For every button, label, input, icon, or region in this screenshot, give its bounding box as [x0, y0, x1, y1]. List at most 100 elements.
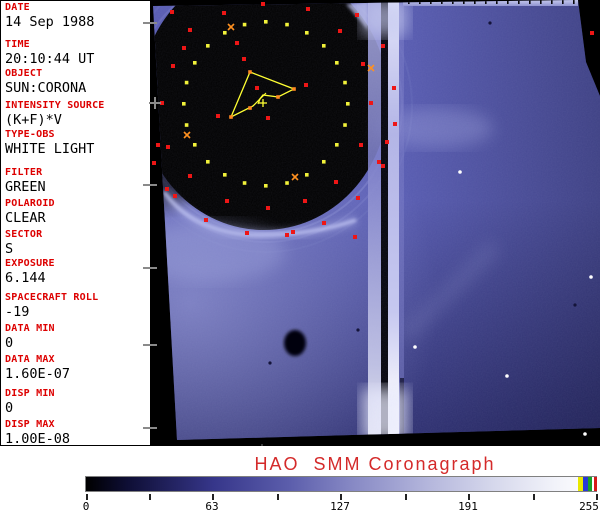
red-fiducial-dot [171, 64, 175, 68]
field-label: FILTER [5, 167, 43, 178]
red-fiducial-dot [188, 174, 192, 178]
fiducial-tick [143, 427, 157, 429]
red-fiducial-dot [225, 199, 229, 203]
red-fiducial-dot [182, 46, 186, 50]
colorbar-tick-label: 255 [579, 500, 599, 512]
red-fiducial-dot [261, 2, 265, 6]
yellow-fiducial-dot [206, 44, 210, 48]
yellow-fiducial-dot [264, 20, 268, 24]
red-fiducial-dot [393, 122, 397, 126]
field-label: DATE [5, 2, 30, 13]
fiducial-tick [143, 344, 157, 346]
metadata-field: FILTER GREEN [5, 167, 46, 195]
yellow-fiducial-dot [285, 181, 289, 185]
metadata-field: TIME 20:10:44 UT [5, 39, 94, 67]
coronagraph-viewer-window: DATE 14 Sep 1988 TIME 20:10:44 UT OBJECT SUN:… [0, 0, 600, 512]
field-label: DATA MIN [5, 323, 55, 334]
metadata-field: DISP MAX 1.00E-08 [5, 419, 70, 447]
metadata-field: DATA MAX 1.60E-07 [5, 354, 70, 382]
red-fiducial-dot [334, 180, 338, 184]
field-value: -19 [5, 304, 30, 320]
metadata-field: POLAROID CLEAR [5, 198, 55, 226]
image-title: HAO SMM Coronagraph [254, 454, 496, 474]
red-fiducial-dot [188, 28, 192, 32]
red-fiducial-dot [156, 143, 160, 147]
metadata-panel: DATE 14 Sep 1988 TIME 20:10:44 UT OBJECT SUN:… [0, 0, 150, 447]
red-fiducial-dot [392, 86, 396, 90]
red-fiducial-dot [303, 199, 307, 203]
red-fiducial-dot [173, 194, 177, 198]
yellow-fiducial-dot [184, 123, 189, 127]
pointer-vertex-dot [248, 70, 252, 74]
field-value: SUN:CORONA [5, 80, 87, 96]
red-fiducial-dot [377, 160, 381, 164]
dark-speck [488, 21, 492, 25]
star-point [589, 275, 593, 279]
field-label: DATA MAX [5, 354, 55, 365]
field-label: SECTOR [5, 229, 43, 240]
coronagraph-image [150, 0, 600, 446]
yellow-fiducial-dot [305, 173, 309, 177]
metadata-field: INTENSITY SOURCE (K+F)*V [5, 100, 105, 128]
red-fiducial-dot [361, 62, 365, 66]
red-fiducial-dot [166, 145, 170, 149]
yellow-fiducial-dot [192, 143, 197, 147]
red-fiducial-dot [266, 116, 270, 120]
red-fiducial-dot [590, 31, 594, 35]
colorbar-tick-label: 0 [82, 500, 90, 512]
field-label: EXPOSURE [5, 258, 55, 269]
pointer-vertex-dot [229, 115, 233, 119]
yellow-fiducial-dot [223, 173, 227, 177]
pointer-vertex-dot [248, 106, 252, 110]
metadata-field: EXPOSURE 6.144 [5, 258, 55, 286]
yellow-fiducial-dot [184, 80, 189, 85]
field-value: GREEN [5, 179, 46, 195]
red-fiducial-dot [165, 187, 169, 191]
field-value: 0 [5, 335, 14, 351]
colorbar-tick-label: 63 [205, 500, 219, 512]
field-value: (K+F)*V [5, 112, 62, 128]
yellow-fiducial-dot [305, 30, 309, 35]
metadata-field: DISP MIN 0 [5, 388, 55, 416]
red-fiducial-dot [170, 10, 174, 14]
pointer-vertex-dot [276, 95, 280, 99]
red-fiducial-dot [222, 11, 226, 15]
field-label: INTENSITY SOURCE [5, 100, 105, 111]
yellow-fiducial-dot [335, 61, 339, 65]
colorbar-tick-label: 191 [458, 500, 478, 512]
colorbar [85, 476, 597, 492]
yellow-fiducial-dot [321, 44, 326, 48]
field-value: 6.144 [5, 270, 46, 286]
field-value: 1.60E-07 [5, 366, 71, 382]
red-fiducial-dot [369, 101, 373, 105]
metadata-field: SPACECRAFT ROLL -19 [5, 292, 98, 320]
dark-speck [573, 303, 577, 307]
yellow-fiducial-dot [343, 123, 347, 127]
yellow-fiducial-dot [223, 30, 227, 35]
red-fiducial-dot [152, 161, 156, 165]
star-point [583, 432, 587, 436]
red-fiducial-dot [291, 230, 295, 234]
red-fiducial-dot [255, 86, 259, 90]
red-fiducial-dot [359, 143, 363, 147]
yellow-fiducial-dot [285, 22, 289, 27]
field-label: SPACECRAFT ROLL [5, 292, 99, 303]
field-label: POLAROID [5, 198, 55, 209]
yellow-fiducial-dot [242, 22, 247, 27]
field-label: TYPE-OBS [5, 129, 55, 140]
red-fiducial-dot [306, 7, 310, 11]
fiducial-tick [154, 97, 156, 109]
colorbar-tick [277, 494, 279, 500]
yellow-fiducial-dot [206, 159, 210, 164]
yellow-fiducial-dot [346, 102, 350, 106]
metadata-field: DATA MIN 0 [5, 323, 55, 351]
yellow-fiducial-dot [192, 61, 197, 65]
red-fiducial-dot [338, 29, 342, 33]
fiducial-tick [143, 267, 157, 269]
field-value: WHITE LIGHT [5, 141, 95, 157]
colorbar-tick-label: 127 [330, 500, 350, 512]
field-value: 20:10:44 UT [5, 51, 95, 67]
field-value: 14 Sep 1988 [5, 14, 95, 30]
colorbar-tick [533, 494, 535, 500]
field-value: 1.00E-08 [5, 431, 71, 447]
